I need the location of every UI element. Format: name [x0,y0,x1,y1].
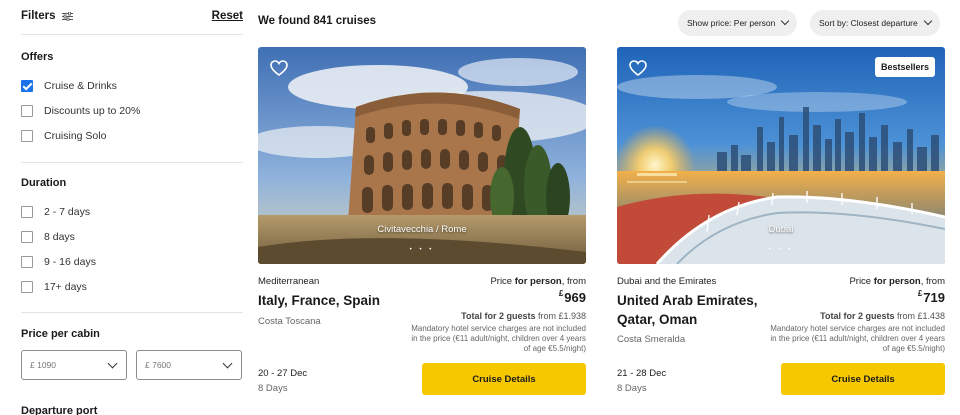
cruise-photo-colosseum[interactable]: Civitavecchia / Rome • • • [258,47,586,264]
cruise-title[interactable]: United Arab Emirates, Qatar, Oman [617,291,792,329]
duration-2-7-checkbox[interactable]: 2 - 7 days [21,205,90,219]
chevron-down-icon [222,358,233,368]
currency-symbol: £ [558,289,564,298]
show-price-label: Show price: Per person [687,18,776,28]
favorite-heart-icon[interactable] [629,60,647,76]
price-label-suffix: , from [920,276,945,287]
sort-dropdown[interactable]: Sort by: Closest departure [810,10,940,36]
price-label-bold: for person [514,276,562,287]
checkbox-label: 17+ days [44,281,87,293]
chevron-down-icon [107,358,118,368]
price-per-cabin-title: Price per cabin [21,328,100,340]
currency-symbol: £ [917,289,923,298]
price-label: Price for person, from [849,276,945,287]
departure-port-title: Departure port [21,405,98,415]
duration-17-plus-checkbox[interactable]: 17+ days [21,280,87,294]
price-max-value: £ 7600 [145,360,171,370]
offers-title: Offers [21,51,54,63]
cruise-details-button[interactable]: Cruise Details [422,363,586,395]
cruise-dates: 21 - 28 Dec [617,368,667,379]
divider [21,162,243,163]
checkbox-label: Cruise & Drinks [44,80,117,92]
chevron-down-icon [781,16,790,26]
reset-link[interactable]: Reset [212,10,243,22]
offer-cruise-drinks-checkbox[interactable]: Cruise & Drinks [21,79,117,93]
favorite-heart-icon[interactable] [270,60,288,76]
filters-label: Filters [21,10,56,22]
photo-location-caption: Civitavecchia / Rome [377,224,467,235]
duration-9-16-checkbox[interactable]: 9 - 16 days [21,255,96,269]
price-min-value: £ 1090 [30,360,56,370]
price-value: £719 [917,289,945,305]
checkbox-label: Cruising Solo [44,130,107,142]
cruise-details-button[interactable]: Cruise Details [781,363,945,395]
checkbox[interactable] [21,256,33,268]
carousel-dots[interactable]: • • • [617,247,945,253]
filters-header: Filters Reset [21,8,243,24]
price-label: Price for person, from [490,276,586,287]
cruise-duration: 8 Days [617,383,647,394]
checkbox[interactable] [21,231,33,243]
filters-sidebar: Filters Reset Offers Cruise & Drinks Dis… [0,0,250,415]
service-charge-note: Mandatory hotel service charges are not … [411,324,586,353]
cruise-title[interactable]: Italy, France, Spain [258,291,433,310]
photo-location-caption: Dubai [768,224,794,235]
total-label: Total for 2 guests [820,311,895,321]
checkbox-label: 2 - 7 days [44,206,91,218]
total-amount: from £1.438 [894,311,945,321]
carousel-dots[interactable]: • • • [258,247,586,253]
divider [21,34,243,35]
checkbox[interactable] [21,281,33,293]
results-count: We found 841 cruises [258,15,377,27]
cruise-duration: 8 Days [258,383,288,394]
cruise-photo-dubai[interactable]: Bestsellers Dubai • • • [617,47,945,264]
price-amount: 719 [923,290,945,305]
cruise-card: Civitavecchia / Rome • • • Mediterranean… [258,47,586,415]
checkbox[interactable] [21,130,33,142]
service-charge-note: Mandatory hotel service charges are not … [770,324,945,353]
price-label-prefix: Price [849,276,874,287]
checkbox-label: 9 - 16 days [44,256,96,268]
price-label-bold: for person [873,276,921,287]
show-price-dropdown[interactable]: Show price: Per person [678,10,798,36]
checkbox[interactable] [21,105,33,117]
total-price: Total for 2 guests from £1.438 [820,311,945,321]
checkbox-label: 8 days [44,231,75,243]
checkbox-checked[interactable] [21,80,33,92]
offer-cruising-solo-checkbox[interactable]: Cruising Solo [21,129,106,143]
ship-name: Costa Smeralda [617,334,686,345]
filters-title: Filters [21,10,73,22]
price-min-select[interactable]: £ 1090 [21,350,127,380]
chevron-down-icon [923,16,932,26]
price-amount: 969 [564,290,586,305]
total-amount: from £1.938 [535,311,586,321]
duration-title: Duration [21,177,67,189]
total-price: Total for 2 guests from £1.938 [461,311,586,321]
price-label-suffix: , from [561,276,586,287]
total-label: Total for 2 guests [461,311,536,321]
sort-label: Sort by: Closest departure [819,18,918,28]
bestsellers-badge: Bestsellers [874,57,935,77]
cruise-region: Mediterranean [258,276,320,287]
checkbox[interactable] [21,206,33,218]
cruise-dates: 20 - 27 Dec [258,368,308,379]
duration-8-checkbox[interactable]: 8 days [21,230,75,244]
cruise-card: Bestsellers Dubai • • • Dubai and the Em… [617,47,945,415]
ship-name: Costa Toscana [258,316,321,327]
price-label-prefix: Price [490,276,515,287]
offer-discounts-checkbox[interactable]: Discounts up to 20% [21,104,140,118]
divider [21,312,243,313]
price-max-select[interactable]: £ 7600 [136,350,242,380]
cruise-region: Dubai and the Emirates [617,276,717,287]
checkbox-label: Discounts up to 20% [44,105,141,117]
price-value: £969 [558,289,586,305]
sliders-icon [61,11,73,21]
